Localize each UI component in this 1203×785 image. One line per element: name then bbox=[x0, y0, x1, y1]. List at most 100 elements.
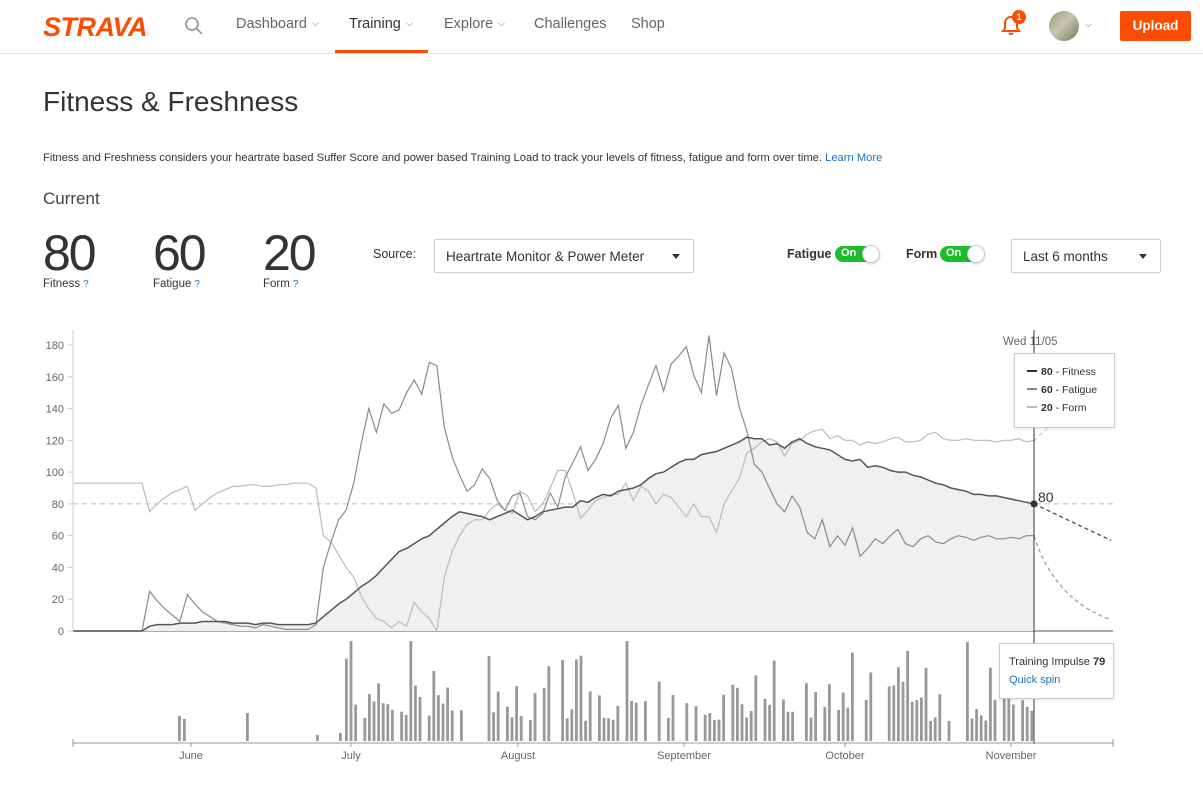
impulse-bar bbox=[722, 694, 725, 741]
tooltip-fitness-row: 80 - Fitness bbox=[1027, 366, 1096, 378]
fitness-value: 80 bbox=[43, 225, 97, 281]
strava-logo[interactable]: STRAVA bbox=[43, 12, 148, 43]
learn-more-link[interactable]: Learn More bbox=[825, 152, 882, 164]
impulse-bar bbox=[933, 717, 937, 741]
y-tick-label: 60 bbox=[52, 531, 64, 543]
form-toggle-state: On bbox=[946, 247, 962, 259]
form-label: Form bbox=[263, 278, 290, 290]
impulse-bar bbox=[736, 687, 739, 741]
impulse-bar bbox=[381, 703, 385, 741]
impulse-bar bbox=[915, 700, 919, 741]
impulse-bar bbox=[418, 696, 422, 741]
fitness-help-icon[interactable]: ? bbox=[83, 279, 89, 290]
impulse-bar bbox=[754, 675, 758, 741]
avatar[interactable] bbox=[1049, 11, 1079, 41]
impulse-bar bbox=[616, 705, 620, 741]
impulse-bar bbox=[970, 718, 974, 741]
impulse-bar bbox=[565, 718, 569, 741]
fatigue-label: Fatigue bbox=[153, 278, 192, 290]
fatigue-toggle[interactable]: On bbox=[835, 245, 880, 263]
impulse-value: 79 bbox=[1092, 656, 1106, 668]
chevron-down-icon: ⌵ bbox=[498, 18, 505, 28]
chevron-down-icon[interactable]: ⌵ bbox=[1085, 19, 1092, 30]
impulse-bar bbox=[391, 709, 394, 741]
impulse-bar bbox=[809, 717, 813, 741]
activity-link[interactable]: Quick spin bbox=[1009, 674, 1060, 686]
fatigue-help-icon[interactable]: ? bbox=[194, 279, 200, 290]
impulse-bar bbox=[575, 659, 578, 741]
tooltip-fatigue-label: - Fatigue bbox=[1052, 384, 1098, 396]
impulse-bar bbox=[644, 701, 647, 741]
tooltip-form-label: - Form bbox=[1052, 402, 1087, 414]
impulse-bar bbox=[450, 710, 454, 741]
impulse-bar bbox=[377, 683, 380, 741]
form-help-icon[interactable]: ? bbox=[293, 279, 299, 290]
page-title: Fitness & Freshness bbox=[43, 86, 299, 117]
impulse-bar bbox=[506, 706, 509, 741]
impulse-bar bbox=[667, 718, 670, 741]
impulse-bar bbox=[542, 687, 546, 741]
impulse-bar bbox=[496, 691, 500, 741]
nav-shop[interactable]: Shop bbox=[631, 16, 665, 54]
impulse-bar bbox=[183, 719, 186, 741]
impulse-label: Training Impulse bbox=[1009, 656, 1090, 668]
nav-explore-label: Explore bbox=[444, 16, 494, 32]
impulse-bar bbox=[703, 714, 707, 741]
fitness-area bbox=[74, 437, 1034, 631]
caret-down-icon bbox=[1139, 254, 1147, 259]
tooltip-form-row: 20 - Form bbox=[1027, 402, 1087, 414]
fatigue-swatch bbox=[1027, 388, 1037, 390]
impulse-bar bbox=[363, 717, 367, 741]
nav-challenges[interactable]: Challenges bbox=[534, 16, 607, 54]
nav-explore[interactable]: Explore ⌵ bbox=[444, 16, 505, 54]
impulse-bar bbox=[713, 720, 716, 741]
impulse-bar bbox=[740, 704, 744, 741]
fatigue-projection bbox=[1033, 535, 1112, 621]
form-swatch bbox=[1027, 406, 1037, 408]
impulse-bar bbox=[993, 699, 997, 741]
impulse-bar bbox=[731, 684, 735, 741]
y-tick-label: 40 bbox=[52, 562, 64, 574]
fatigue-value: 60 bbox=[153, 225, 207, 281]
form-toggle[interactable]: On bbox=[940, 245, 985, 263]
upload-button[interactable]: Upload bbox=[1120, 11, 1191, 41]
source-select[interactable]: Heartrate Monitor & Power Meter bbox=[434, 239, 694, 273]
range-select-value: Last 6 months bbox=[1023, 249, 1108, 264]
impulse-bar bbox=[745, 717, 748, 741]
impulse-bar bbox=[492, 712, 495, 741]
impulse-bar bbox=[924, 667, 928, 741]
chart-tooltip: 80 - Fitness 60 - Fatigue 20 - Form bbox=[1014, 353, 1115, 428]
source-label: Source: bbox=[373, 247, 417, 261]
nav-dashboard[interactable]: Dashboard ⌵ bbox=[236, 16, 319, 54]
impulse-bar bbox=[400, 711, 403, 741]
top-nav: STRAVA Dashboard ⌵ Training ⌵ Explore ⌵ Cha… bbox=[0, 0, 1203, 54]
search-icon[interactable] bbox=[184, 16, 204, 36]
month-label: August bbox=[501, 750, 535, 762]
month-label: June bbox=[179, 750, 203, 762]
notification-badge: 1 bbox=[1012, 10, 1026, 24]
month-label: July bbox=[341, 750, 361, 762]
impulse-bar bbox=[1030, 710, 1034, 741]
stat-fitness: 80 Fitness? bbox=[43, 225, 97, 290]
nav-challenges-label: Challenges bbox=[534, 16, 607, 32]
impulse-bar bbox=[846, 707, 850, 741]
source-select-value: Heartrate Monitor & Power Meter bbox=[446, 249, 645, 264]
y-tick-label: 140 bbox=[46, 404, 64, 416]
impulse-bar bbox=[178, 716, 181, 741]
description-text: Fitness and Freshness considers your hea… bbox=[43, 152, 822, 164]
nav-training[interactable]: Training ⌵ bbox=[349, 16, 413, 54]
range-select[interactable]: Last 6 months bbox=[1011, 239, 1161, 273]
fitness-label: Fitness bbox=[43, 278, 81, 290]
fitness-projection bbox=[1033, 503, 1112, 542]
nav-shop-label: Shop bbox=[631, 16, 665, 32]
impulse-bar bbox=[634, 702, 638, 741]
form-value: 20 bbox=[263, 225, 317, 281]
impulse-bar bbox=[607, 718, 610, 741]
impulse-bar bbox=[441, 703, 445, 741]
impulse-bar bbox=[427, 715, 431, 741]
impulse-bar bbox=[828, 684, 831, 741]
impulse-bar bbox=[1025, 706, 1029, 741]
impulse-bar bbox=[966, 642, 969, 741]
stat-fatigue: 60 Fatigue? bbox=[153, 225, 207, 290]
impulse-bar bbox=[598, 695, 601, 741]
